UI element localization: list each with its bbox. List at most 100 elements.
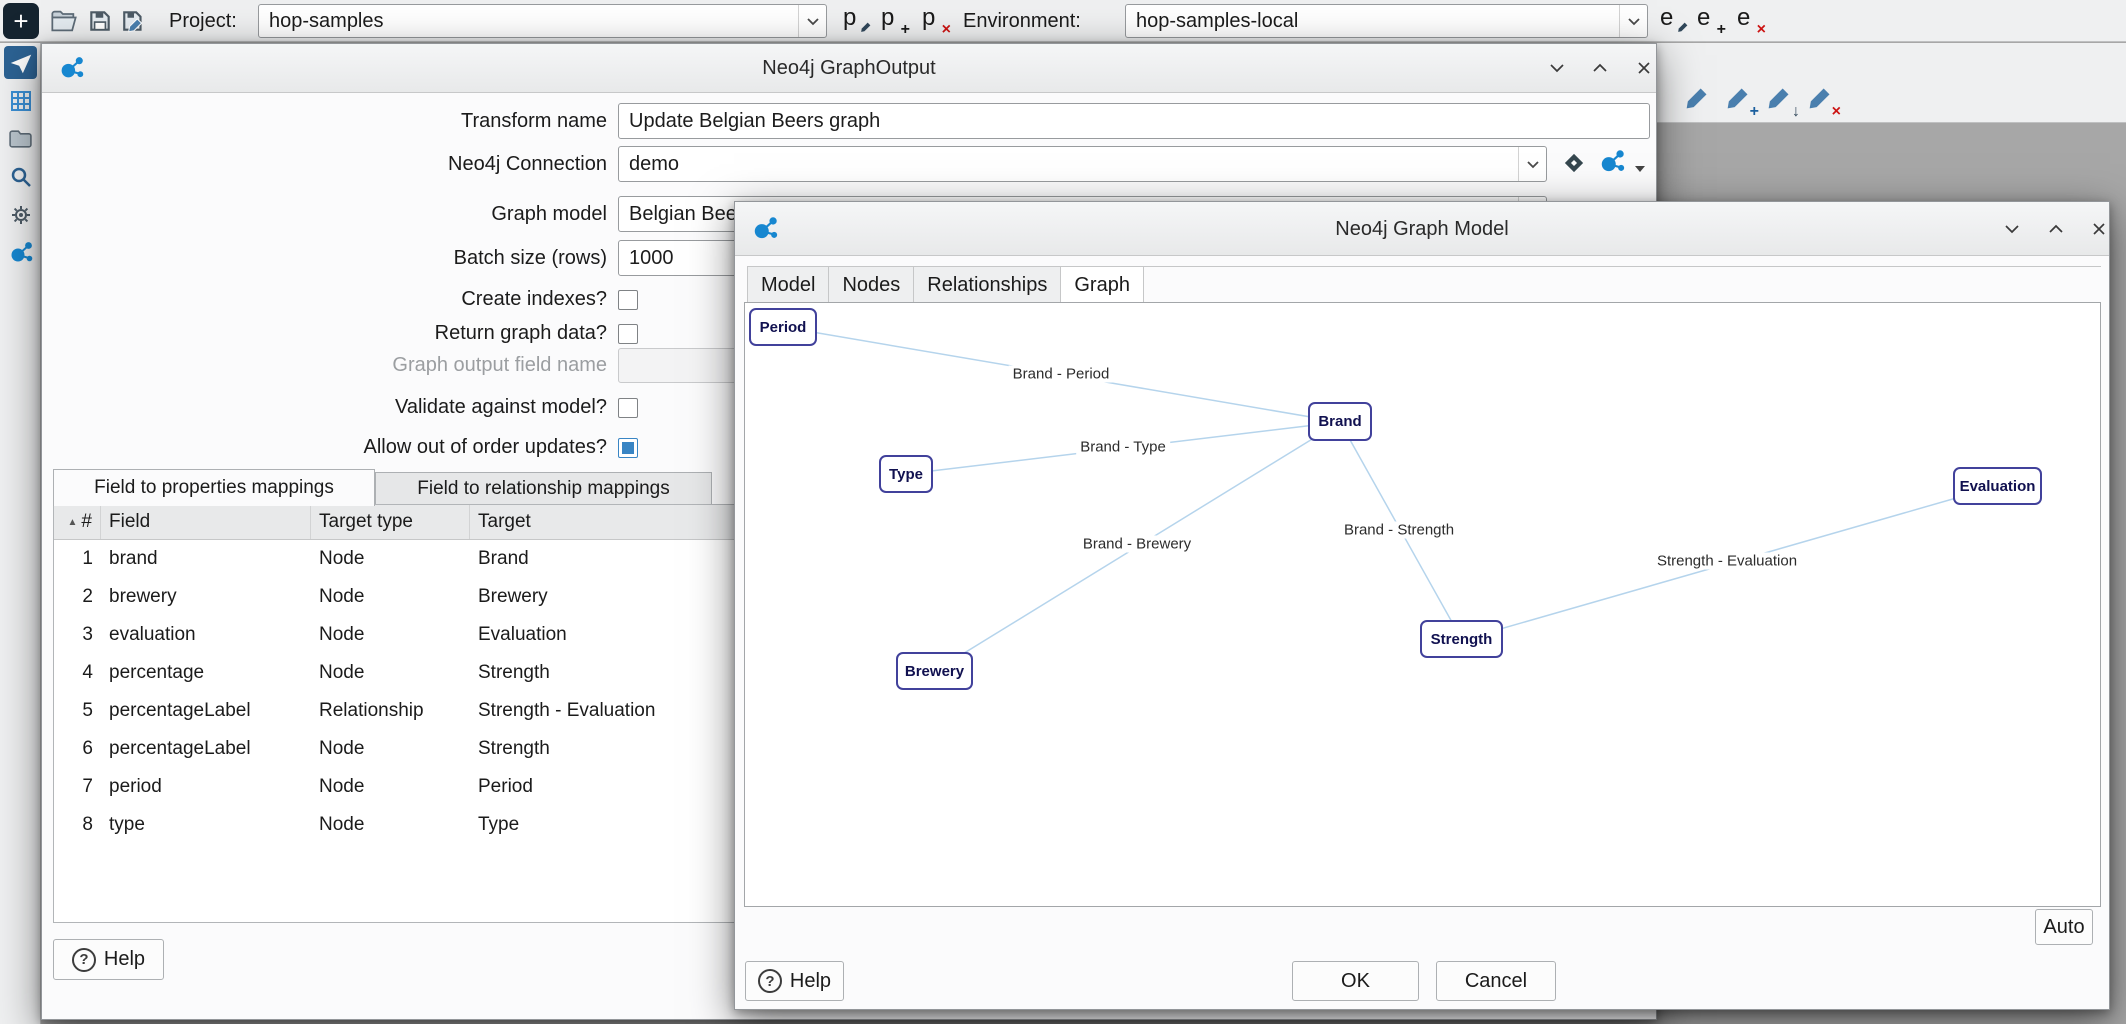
environment-combo-value: hop-samples-local [1136, 5, 1298, 37]
graph-canvas[interactable]: Brand - Period Brand - Type Brand - Brew… [744, 302, 2101, 907]
main-toolbar: + Project: hop-samples p p + p × Environ… [0, 0, 2126, 42]
close-button[interactable] [1630, 54, 1658, 82]
arrow-down-icon: ↓ [1792, 104, 1800, 120]
connection-combo-value: demo [629, 147, 679, 181]
pencil-icon [1723, 85, 1751, 113]
table-cell: 7 [54, 768, 101, 806]
neo4j-connection-button[interactable] [1598, 148, 1626, 181]
table-cell: evaluation [101, 616, 311, 654]
folder-icon [8, 126, 33, 151]
sidebar-item-metadata[interactable] [4, 84, 37, 117]
save-icon [87, 8, 113, 34]
graph-node-strength[interactable]: Strength [1420, 620, 1503, 658]
tab-graph[interactable]: Graph [1061, 267, 1144, 304]
sidebar-item-configuration[interactable] [4, 198, 37, 231]
table-cell: 4 [54, 654, 101, 692]
plus-icon: + [13, 6, 28, 37]
connection-combo[interactable]: demo [618, 146, 1547, 182]
transform-name-input[interactable]: Update Belgian Beers graph [618, 103, 1650, 139]
project-combo[interactable]: hop-samples [258, 4, 827, 38]
tab-nodes[interactable]: Nodes [829, 267, 914, 303]
table-cell: percentageLabel [101, 730, 311, 768]
save-as-button[interactable] [120, 7, 148, 35]
sidebar-item-data-orchestration[interactable] [4, 46, 37, 79]
maximize-button[interactable] [1586, 54, 1614, 82]
table-cell: 8 [54, 806, 101, 844]
table-cell: brewery [101, 578, 311, 616]
project-add-button[interactable]: p + [878, 6, 908, 36]
edit-button[interactable] [1682, 85, 1714, 117]
minimize-button[interactable] [1543, 54, 1571, 82]
project-edit-button[interactable]: p [840, 6, 870, 36]
cancel-button[interactable]: Cancel [1436, 961, 1556, 1001]
edit-delete-button[interactable]: × [1805, 85, 1837, 117]
edge-label-brand-period: Brand - Period [1009, 366, 1114, 383]
graph-node-type[interactable]: Type [879, 455, 933, 493]
sidebar-item-file-explorer[interactable] [4, 122, 37, 155]
table-cell: Node [311, 654, 470, 692]
dialog-titlebar[interactable]: Neo4j Graph Model [735, 202, 2109, 256]
ok-button[interactable]: OK [1292, 961, 1419, 1001]
column-header-field[interactable]: Field [101, 505, 311, 539]
graph-node-evaluation[interactable]: Evaluation [1953, 467, 2042, 505]
sidebar-item-search[interactable] [4, 160, 37, 193]
pencil-icon [1764, 85, 1792, 113]
metadata-diamond-icon[interactable] [1560, 149, 1588, 182]
table-cell: 5 [54, 692, 101, 730]
chevron-down-icon[interactable] [1518, 147, 1546, 181]
new-file-button[interactable]: + [3, 3, 39, 39]
save-button[interactable] [86, 7, 114, 35]
maximize-button[interactable] [2042, 215, 2070, 243]
pencil-icon [1682, 85, 1710, 113]
project-delete-button[interactable]: p × [919, 6, 949, 36]
create-indexes-label: Create indexes? [47, 284, 607, 314]
graph-output-field-label: Graph output field name [47, 348, 607, 383]
close-button[interactable] [2085, 215, 2113, 243]
tab-field-relationship-mappings[interactable]: Field to relationship mappings [375, 472, 712, 505]
environment-add-button[interactable]: e + [1694, 6, 1724, 36]
edit-download-button[interactable]: ↓ [1764, 85, 1796, 117]
tab-relationships[interactable]: Relationships [914, 267, 1061, 303]
create-indexes-checkbox[interactable] [618, 290, 638, 310]
chevron-down-icon[interactable] [1619, 5, 1647, 37]
auto-layout-button[interactable]: Auto [2035, 909, 2093, 945]
help-button[interactable]: ? Help [745, 961, 844, 1001]
environment-label: Environment: [963, 0, 1081, 42]
validate-model-checkbox[interactable] [618, 398, 638, 418]
edit-add-button[interactable]: + [1723, 85, 1755, 117]
column-header-num[interactable]: ▲# [54, 505, 101, 539]
graph-node-period[interactable]: Period [749, 308, 817, 346]
save-as-icon [121, 8, 147, 34]
open-file-button[interactable] [50, 7, 78, 35]
environment-delete-button[interactable]: e × [1734, 6, 1764, 36]
minimize-button[interactable] [1998, 215, 2026, 243]
plus-icon: + [901, 22, 910, 38]
graph-node-brewery[interactable]: Brewery [896, 652, 973, 690]
graph-edges [745, 303, 2102, 908]
transform-name-label: Transform name [47, 103, 607, 139]
edge-label-brand-strength: Brand - Strength [1340, 522, 1458, 539]
graph-node-brand[interactable]: Brand [1308, 402, 1372, 441]
return-graph-data-checkbox[interactable] [618, 324, 638, 344]
column-header-target-type[interactable]: Target type [311, 505, 470, 539]
edge-label-strength-evaluation: Strength - Evaluation [1653, 553, 1801, 570]
sidebar-item-neo4j[interactable] [4, 236, 37, 269]
grid-icon [9, 89, 33, 113]
connection-label: Neo4j Connection [47, 146, 607, 182]
neo4j-icon [8, 240, 34, 266]
gear-icon [9, 203, 33, 227]
project-combo-value: hop-samples [269, 5, 384, 37]
chevron-down-icon[interactable] [798, 5, 826, 37]
environment-combo[interactable]: hop-samples-local [1125, 4, 1648, 38]
help-button[interactable]: ? Help [53, 939, 164, 980]
caret-down-icon[interactable] [1634, 160, 1646, 178]
tab-field-properties-mappings[interactable]: Field to properties mappings [53, 469, 375, 506]
table-cell: brand [101, 540, 311, 578]
plus-icon: + [1750, 104, 1759, 120]
tab-model[interactable]: Model [747, 267, 829, 303]
dialog-titlebar[interactable]: Neo4j GraphOutput [42, 44, 1656, 93]
table-cell: period [101, 768, 311, 806]
environment-edit-button[interactable]: e [1657, 6, 1687, 36]
out-of-order-checkbox[interactable] [618, 438, 638, 458]
table-cell: Node [311, 768, 470, 806]
